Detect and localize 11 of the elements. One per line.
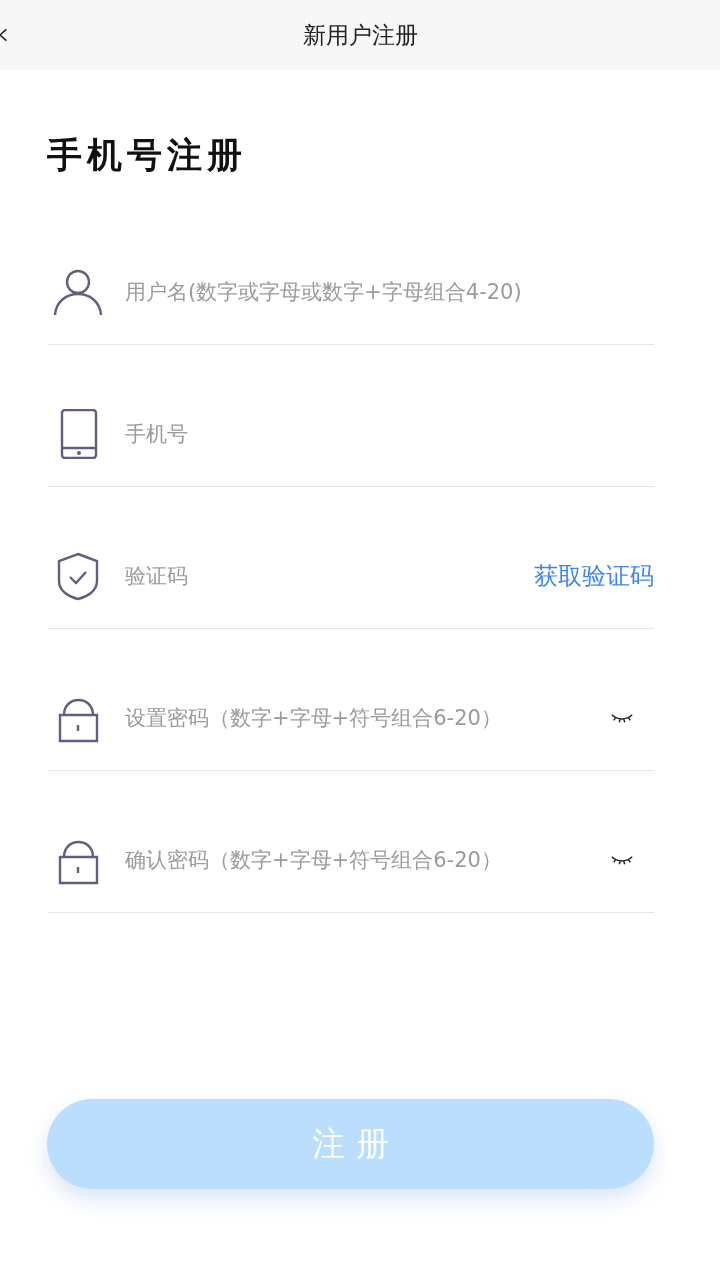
form-heading: 手机号注册 bbox=[47, 134, 248, 177]
user-icon bbox=[53, 267, 103, 317]
eye-closed-icon[interactable] bbox=[610, 854, 634, 867]
eye-closed-icon[interactable] bbox=[610, 712, 634, 725]
input-field[interactable]: 设置密码（数字+字母+符号组合6-20） bbox=[125, 693, 610, 743]
input-field[interactable]: 确认密码（数字+字母+符号组合6-20） bbox=[125, 835, 610, 885]
get-code-link[interactable]: 获取验证码 bbox=[534, 551, 654, 601]
input-field[interactable]: 手机号 bbox=[125, 409, 654, 459]
input-field[interactable]: 用户名(数字或字母或数字+字母组合4-20) bbox=[125, 267, 654, 317]
page-title: 新用户注册 bbox=[302, 20, 418, 50]
input-field[interactable]: 验证码 bbox=[125, 551, 534, 601]
